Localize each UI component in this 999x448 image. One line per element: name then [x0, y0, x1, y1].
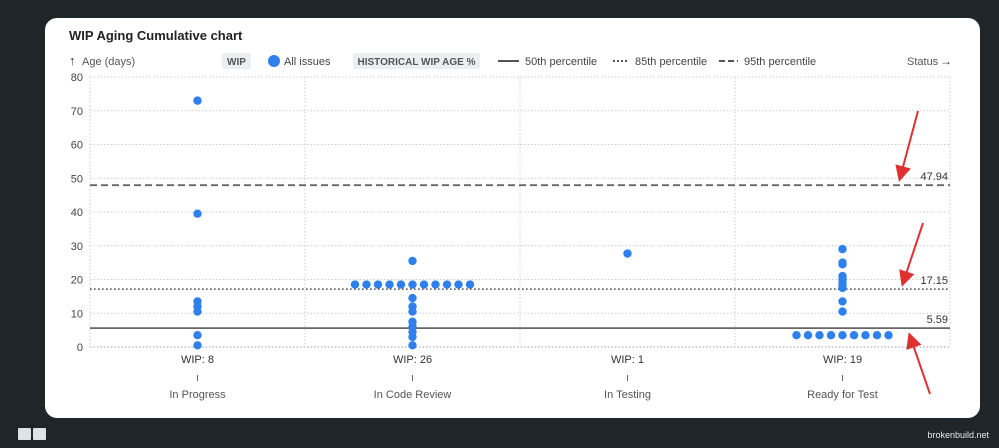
historical-badge: HISTORICAL WIP AGE %	[358, 57, 476, 68]
issue-point	[408, 280, 417, 289]
status-arrow-icon: →	[940, 54, 952, 68]
issue-point	[838, 297, 847, 306]
issue-point	[623, 249, 632, 258]
p50-label: 50th percentile	[525, 56, 597, 68]
y-tick-label: 0	[77, 342, 83, 354]
y-tick-label: 10	[71, 308, 83, 320]
issue-point	[193, 341, 202, 350]
issue-point	[838, 330, 847, 340]
issue-point	[408, 332, 417, 342]
issue-point	[803, 330, 813, 340]
p85-label: 85th percentile	[635, 56, 707, 68]
issue-point	[419, 280, 429, 289]
issue-point	[442, 280, 452, 289]
brokenbuild-logo-icon	[18, 428, 46, 440]
percentile-value-label: 47.94	[920, 171, 948, 183]
issue-point	[193, 307, 202, 316]
footer-site-label: brokenbuild.net	[927, 430, 989, 440]
all-issues-label: All issues	[284, 56, 331, 68]
issue-point	[838, 283, 847, 293]
category-label: In Code Review	[374, 389, 452, 401]
category-label: Ready for Test	[807, 389, 878, 401]
percentile-value-label: 17.15	[920, 275, 948, 287]
wip-count-label: WIP: 26	[393, 354, 432, 366]
y-tick-label: 60	[71, 140, 83, 152]
category-label: In Testing	[604, 389, 651, 401]
annotation-arrow-icon	[906, 332, 931, 395]
y-tick-label: 40	[71, 207, 83, 219]
issue-point	[849, 330, 859, 340]
issue-point	[465, 280, 475, 289]
issue-point	[838, 244, 847, 254]
y-axis-label: Age (days)	[82, 56, 135, 68]
issue-point	[408, 307, 417, 316]
issue-point	[431, 280, 440, 289]
issue-point	[396, 280, 406, 289]
issue-point	[792, 330, 801, 340]
issue-point	[408, 341, 417, 350]
y-tick-label: 70	[71, 106, 83, 118]
category-label: In Progress	[169, 389, 226, 401]
issue-point	[408, 293, 417, 303]
wip-count-label: WIP: 19	[823, 354, 862, 366]
issue-point	[861, 330, 870, 340]
annotation-arrow-icon	[899, 222, 924, 287]
issue-point	[815, 330, 824, 340]
issue-point	[838, 307, 847, 316]
issue-point	[350, 280, 360, 289]
y-tick-label: 80	[71, 72, 83, 84]
all-issues-dot-icon	[268, 55, 280, 67]
issue-point	[454, 280, 463, 289]
wip-count-label: WIP: 8	[181, 354, 214, 366]
y-tick-label: 30	[71, 241, 83, 253]
issue-point	[408, 256, 417, 266]
issue-point	[884, 330, 893, 340]
chart-card: WIP Aging Cumulative chart ↑ Age (days) WI…	[45, 18, 980, 418]
issue-point	[385, 280, 394, 289]
status-label: Status	[907, 56, 939, 68]
issue-point	[838, 260, 847, 269]
y-tick-label: 20	[71, 275, 83, 287]
wip-count-label: WIP: 1	[611, 354, 644, 366]
issue-point	[362, 280, 371, 289]
issue-point	[826, 330, 836, 340]
issue-point	[872, 330, 882, 340]
issue-point	[373, 280, 383, 289]
issue-point	[193, 330, 202, 340]
y-axis-arrow-icon: ↑	[69, 53, 76, 68]
wip-aging-chart: ↑ Age (days) WIP All issues HISTORICAL WIP A…	[69, 53, 952, 401]
issue-point	[193, 209, 202, 218]
p95-label: 95th percentile	[744, 56, 816, 68]
issue-point	[193, 96, 202, 105]
y-tick-label: 50	[71, 173, 83, 185]
wip-badge: WIP	[227, 57, 246, 68]
percentile-value-label: 5.59	[927, 314, 948, 326]
